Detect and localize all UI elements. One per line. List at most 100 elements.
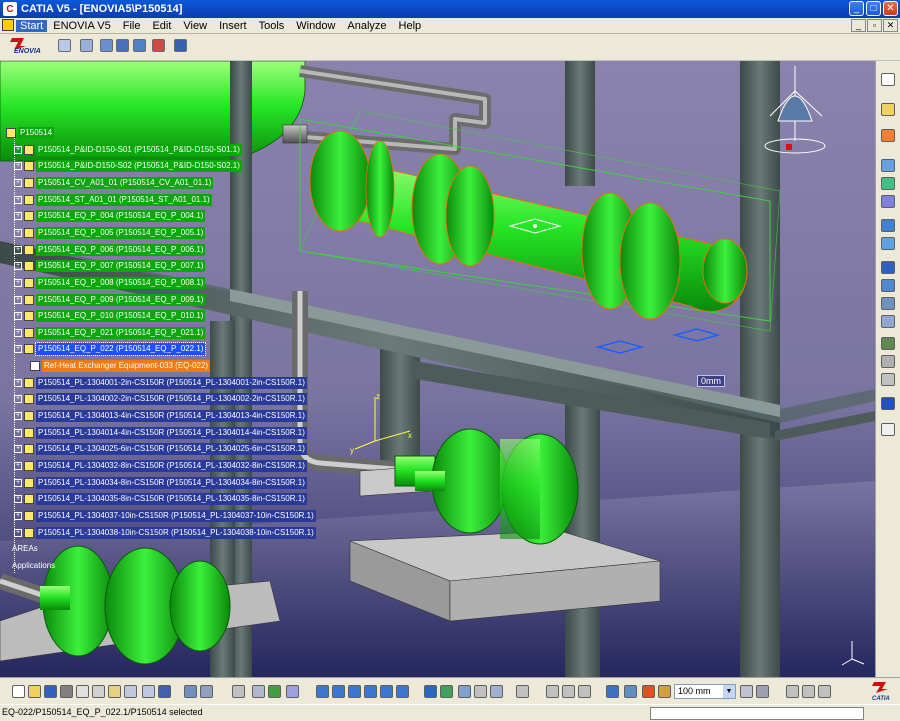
- flow-icon[interactable]: [881, 195, 895, 208]
- fly-icon[interactable]: [184, 685, 197, 698]
- open-icon[interactable]: [28, 685, 41, 698]
- maximize-button[interactable]: □: [866, 1, 881, 16]
- redo-icon[interactable]: [142, 685, 155, 698]
- tree-item[interactable]: + P150514_PL-1304014-4in-CS150R (P150514_…: [14, 425, 307, 441]
- equipment-icon[interactable]: [881, 103, 895, 116]
- tree-item[interactable]: Applications: [10, 558, 57, 574]
- render-icon[interactable]: [490, 685, 503, 698]
- refresh-icon[interactable]: [133, 39, 146, 52]
- search-icon[interactable]: [80, 39, 93, 52]
- expand-icon[interactable]: +: [14, 178, 22, 187]
- section-icon[interactable]: [562, 685, 575, 698]
- expand-icon[interactable]: +: [14, 228, 22, 237]
- tree-item[interactable]: + P150514_PL-1304001-2in-CS150R (P150514_…: [14, 375, 307, 391]
- fit-all-icon[interactable]: [316, 685, 329, 698]
- select-icon[interactable]: [881, 73, 895, 86]
- clash-icon[interactable]: [546, 685, 559, 698]
- piping-icon[interactable]: [881, 129, 895, 142]
- tool-c-icon[interactable]: [818, 685, 831, 698]
- tree-item[interactable]: + P150514_ST_A01_01 (P150514_ST_A01_01.1): [14, 192, 212, 208]
- zoom-out-icon[interactable]: [380, 685, 393, 698]
- normal-view-icon[interactable]: [396, 685, 409, 698]
- library-icon[interactable]: [881, 355, 895, 368]
- open-from-enovia-icon[interactable]: [116, 39, 129, 52]
- new-icon[interactable]: [12, 685, 25, 698]
- clip-icon[interactable]: [658, 685, 671, 698]
- tree-item[interactable]: + P150514_EQ_P_021 (P150514_EQ_P_021.1): [14, 325, 206, 341]
- tree-item[interactable]: + P150514_PL-1304035-8in-CS150R (P150514_…: [14, 491, 307, 507]
- close-button[interactable]: ✕: [883, 1, 898, 16]
- pan-icon[interactable]: [332, 685, 345, 698]
- record-icon[interactable]: [756, 685, 769, 698]
- expand-icon[interactable]: +: [14, 162, 22, 171]
- menu-file[interactable]: File: [117, 20, 147, 32]
- layer-icon[interactable]: [624, 685, 637, 698]
- tree-item[interactable]: + P150514_EQ_P_006 (P150514_EQ_P_006.1): [14, 242, 206, 258]
- menu-tools[interactable]: Tools: [253, 20, 291, 32]
- expand-icon[interactable]: +: [14, 378, 22, 387]
- print-icon[interactable]: [60, 685, 73, 698]
- measure-icon[interactable]: [881, 279, 895, 292]
- tree-item[interactable]: AREAs: [10, 541, 40, 557]
- tree-item[interactable]: + P150514_EQ_P_005 (P150514_EQ_P_005.1): [14, 225, 206, 241]
- table-icon[interactable]: [232, 685, 245, 698]
- menu-enovia[interactable]: ENOVIA V5: [47, 20, 116, 32]
- expand-icon[interactable]: +: [14, 445, 22, 454]
- menu-edit[interactable]: Edit: [146, 20, 177, 32]
- camera-icon[interactable]: [740, 685, 753, 698]
- tree-item[interactable]: + P150514_EQ_P_010 (P150514_EQ_P_010.1): [14, 308, 206, 324]
- tree-root[interactable]: P150514: [6, 125, 55, 141]
- expand-icon[interactable]: +: [14, 462, 22, 470]
- tree-item[interactable]: + P150514_P&ID-D150-S01 (P150514_P&ID-D15…: [14, 142, 242, 158]
- distance-icon[interactable]: [578, 685, 591, 698]
- link-icon[interactable]: [516, 685, 529, 698]
- undo-icon[interactable]: [124, 685, 137, 698]
- reframe-icon[interactable]: [606, 685, 619, 698]
- paste-icon[interactable]: [108, 685, 121, 698]
- tree-item[interactable]: + P150514_EQ_P_008 (P150514_EQ_P_008.1): [14, 275, 206, 291]
- doc-minimize-button[interactable]: _: [851, 19, 866, 32]
- zoom-in-icon[interactable]: [364, 685, 377, 698]
- command-input[interactable]: [650, 707, 864, 720]
- tree-item[interactable]: + P150514_PL-1304025-6in-CS150R (P150514_…: [14, 441, 307, 457]
- expand-icon[interactable]: +: [14, 278, 22, 287]
- tree-item[interactable]: + P150514_CV_A01_01 (P150514_CV_A01_01.1): [14, 175, 214, 191]
- axis-toggle-icon[interactable]: [286, 685, 299, 698]
- tree-item[interactable]: + P150514_PL-1304002-2in-CS150R (P150514_…: [14, 391, 307, 407]
- filter-icon[interactable]: [252, 685, 265, 698]
- expand-icon[interactable]: +: [14, 395, 22, 404]
- menu-start[interactable]: Start: [16, 19, 48, 32]
- expand-icon[interactable]: +: [14, 511, 22, 520]
- tools-icon[interactable]: [881, 373, 895, 386]
- tool-a-icon[interactable]: [786, 685, 799, 698]
- walk-icon[interactable]: [200, 685, 213, 698]
- connect-icon[interactable]: [881, 177, 895, 190]
- zoom-dropdown[interactable]: 100 mm ▼: [674, 684, 736, 699]
- save-to-enovia-icon[interactable]: [100, 39, 113, 52]
- analysis-icon[interactable]: [881, 397, 895, 410]
- iso-view-icon[interactable]: [424, 685, 437, 698]
- menu-window[interactable]: Window: [290, 20, 341, 32]
- doc-close-button[interactable]: ✕: [883, 19, 898, 32]
- ruler-icon[interactable]: [881, 261, 895, 274]
- tree-item[interactable]: + P150514_PL-1304037-10in-CS150R (P150514…: [14, 508, 316, 524]
- pump-equipment-lower-left[interactable]: [40, 545, 231, 665]
- tool-b-icon[interactable]: [802, 685, 815, 698]
- document-icon[interactable]: [2, 19, 14, 31]
- product-icon[interactable]: [268, 685, 281, 698]
- expand-icon[interactable]: +: [14, 245, 22, 254]
- doc-restore-button[interactable]: ▫: [867, 19, 882, 32]
- expand-icon[interactable]: +: [14, 345, 22, 354]
- tree-item[interactable]: + P150514_P&ID-D150-S02 (P150514_P&ID-D15…: [14, 158, 242, 174]
- catalog-icon[interactable]: [881, 337, 895, 350]
- explore-icon[interactable]: [58, 39, 71, 52]
- tree-item[interactable]: + P150514_EQ_P_022 (P150514_EQ_P_022.1): [14, 341, 207, 357]
- menu-help[interactable]: Help: [393, 20, 428, 32]
- expand-icon[interactable]: +: [14, 145, 22, 154]
- properties-icon[interactable]: [174, 39, 187, 52]
- tree-item[interactable]: + P150514_PL-1304034-8in-CS150R (P150514_…: [14, 475, 307, 491]
- tree-item[interactable]: + P150514_PL-1304032-8in-CS150R (P150514_…: [14, 458, 307, 474]
- menu-analyze[interactable]: Analyze: [341, 20, 392, 32]
- expand-icon[interactable]: +: [14, 428, 22, 437]
- align-icon[interactable]: [881, 297, 895, 310]
